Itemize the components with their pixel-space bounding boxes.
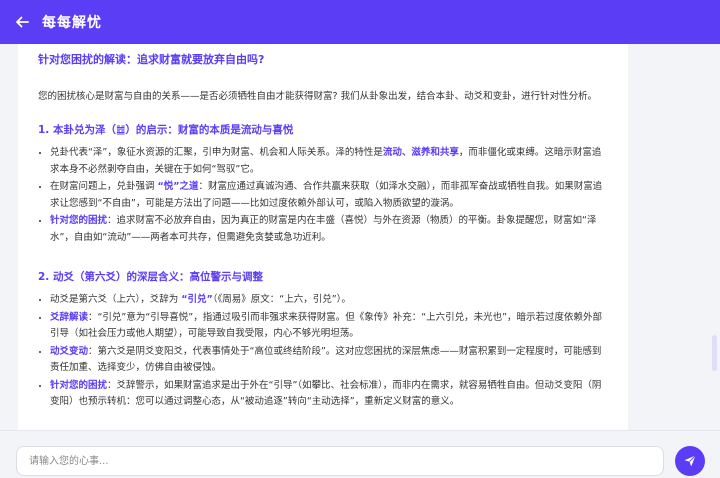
text: （《周易》原文：“上六，引兑”）。 [212, 294, 351, 305]
text: ：第六爻是阴爻变阳爻，代表事情处于“高位或终结阶段”。这对应您困扰的深层焦虑——… [50, 345, 602, 374]
text: ：“引兑”意为“引导喜悦”，指通过吸引而非强求来获得财富。但《象传》补充：“上六… [50, 311, 603, 340]
list-item: 动爻变动：第六爻是阴爻变阳爻，代表事情处于“高位或终结阶段”。这对应您困扰的深层… [50, 344, 608, 377]
text: 动爻是第六爻（上六），爻辞为 [50, 294, 182, 305]
highlight: “悦”之道 [157, 181, 199, 192]
highlight: 针对您的困扰 [50, 215, 108, 226]
page-title: 每每解忧 [42, 15, 102, 31]
list-item: 动爻是第六爻（上六），爻辞为 “引兑”（《周易》原文：“上六，引兑”）。 [50, 292, 608, 309]
message-input[interactable] [16, 446, 664, 476]
question-heading: 针对您困扰的解读：追求财富就要放弃自由吗? [38, 53, 265, 66]
list-item: 兑卦代表“泽”，象征水资源的汇聚，引申为财富、机会和人际关系。泽的特性是流动、滋… [50, 145, 608, 178]
text: ：爻辞警示，如果财富追求是出于外在“引导”（如攀比、社会标准），而非内在需求，就… [50, 379, 602, 408]
arrow-left-icon [16, 16, 29, 28]
highlight: 流动、滋养和共享 [382, 147, 459, 158]
list-item: 针对您的困扰：爻辞警示，如果财富追求是出于外在“引导”（如攀比、社会标准），而非… [50, 378, 608, 411]
text: ：追求财富不必放弃自由，因为真正的财富是内在丰盛（喜悦）与外在资源（物质）的平衡… [50, 215, 597, 243]
intro-paragraph: 您的困扰核心是财富与自由的关系——是否必须牺牲自由才能获得财富? 我们从卦象出发… [38, 91, 598, 102]
highlight: 爻辞解读 [50, 311, 89, 323]
back-button[interactable] [12, 12, 32, 32]
section-1-list: 兑卦代表“泽”，象征水资源的汇聚，引申为财富、机会和人际关系。泽的特性是流动、滋… [38, 145, 608, 246]
text: 兑卦代表“泽”，象征水资源的汇聚，引申为财富、机会和人际关系。泽的特性是 [50, 147, 383, 158]
list-item: 在财富问题上，兑卦强调 “悦”之道：财富应通过真诚沟通、合作共赢来获取（如泽水交… [50, 179, 608, 212]
send-button[interactable] [675, 446, 705, 476]
text: 在财富问题上，兑卦强调 [50, 181, 158, 192]
list-item: 爻辞解读：“引兑”意为“引导喜悦”，指通过吸引而非强求来获得财富。但《象传》补充… [50, 310, 608, 343]
paper-plane-icon [684, 455, 696, 467]
section-2-title: 2. 动爻（第六爻）的深层含义：高位警示与调整 [38, 271, 263, 283]
app-header: 每每解忧 [0, 0, 720, 44]
highlight: 动爻变动 [50, 345, 89, 357]
scrollbar-thumb[interactable] [712, 335, 717, 371]
scrollbar-track[interactable] [706, 44, 720, 430]
highlight: “引兑” [181, 294, 213, 305]
highlight: 针对您的困扰 [50, 379, 108, 391]
section-2-list: 动爻是第六爻（上六），爻辞为 “引兑”（《周易》原文：“上六，引兑”）。 爻辞解… [38, 292, 608, 411]
section-1-title: 1. 本卦兑为泽（䷹）的启示：财富的本质是流动与喜悦 [38, 124, 294, 136]
interpretation-card: 针对您困扰的解读：追求财富就要放弃自由吗? 您的困扰核心是财富与自由的关系——是… [18, 44, 628, 430]
list-item: 针对您的困扰：追求财富不必放弃自由，因为真正的财富是内在丰盛（喜悦）与外在资源（… [50, 213, 608, 246]
